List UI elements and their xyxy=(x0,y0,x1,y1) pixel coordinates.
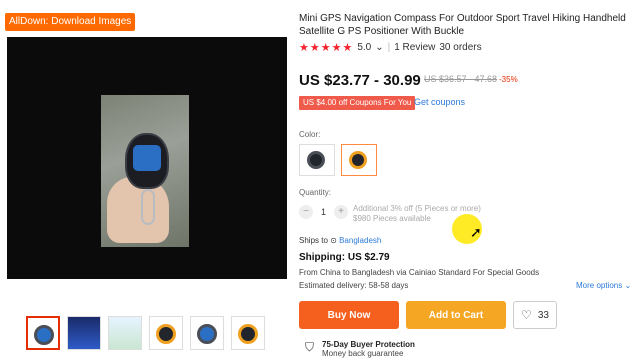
gps-device-icon xyxy=(238,324,258,344)
chevron-down-icon[interactable]: ⌄ xyxy=(375,42,383,53)
rating-score[interactable]: 5.0 xyxy=(357,42,371,53)
shipping-route: From China to Bangladesh via Cainiao Sta… xyxy=(299,268,540,277)
orders-count: 30 orders xyxy=(439,42,482,53)
buy-now-button[interactable]: Buy Now xyxy=(299,301,399,329)
product-video-frame[interactable] xyxy=(101,95,189,247)
gps-device-icon xyxy=(197,324,217,344)
thumbnail-2[interactable] xyxy=(67,316,101,350)
wishlist-count: 33 xyxy=(537,309,549,321)
original-price: US $36.57 - 47.68 xyxy=(424,74,498,84)
shield-icon: ⛉ xyxy=(305,340,315,354)
gps-device-icon xyxy=(307,151,325,169)
wishlist-button[interactable]: ♡ 33 xyxy=(513,301,557,329)
thumbnail-5[interactable] xyxy=(190,316,224,350)
device-screen xyxy=(133,145,161,171)
ships-to-destination[interactable]: Bangladesh xyxy=(339,236,381,245)
download-images-badge[interactable]: AllDown: Download Images xyxy=(5,13,136,31)
ships-to-row: Ships to ⊙ Bangladesh xyxy=(299,236,381,245)
gps-device-icon xyxy=(156,324,176,344)
thumbnail-diagram-image xyxy=(109,317,141,349)
rating-row: ★★★★★ 5.0 ⌄ | 1 Review 30 orders xyxy=(299,41,482,54)
thumbnail-4[interactable] xyxy=(149,316,183,350)
increase-quantity-button[interactable]: + xyxy=(334,205,349,219)
product-title: Mini GPS Navigation Compass For Outdoor … xyxy=(299,13,626,37)
mouse-cursor-icon: ➚ xyxy=(470,224,482,240)
discount-badge: -35% xyxy=(499,75,518,84)
quantity-label: Quantity: xyxy=(299,188,332,197)
bulk-discount-note: Additional 3% off (5 Pieces or more) xyxy=(353,204,481,213)
quantity-stepper: − 1 + xyxy=(299,205,349,219)
protection-title: 75-Day Buyer Protection xyxy=(322,340,415,349)
more-options-link[interactable]: More options ⌄ xyxy=(576,281,631,290)
price-range: US $23.77 - 30.99 xyxy=(299,72,421,89)
thumbnail-strip xyxy=(26,316,265,350)
color-option-orange[interactable] xyxy=(341,144,377,176)
decrease-quantity-button[interactable]: − xyxy=(299,205,313,219)
review-count-link[interactable]: 1 Review xyxy=(394,42,435,53)
ships-to-label: Ships to xyxy=(299,236,328,245)
star-rating-icon: ★★★★★ xyxy=(299,42,354,54)
estimated-delivery: Estimated delivery: 58-58 days xyxy=(299,281,409,290)
get-coupons-link[interactable]: Get coupons xyxy=(414,97,465,107)
protection-subtitle: Money back guarantee xyxy=(322,349,404,358)
quantity-value[interactable]: 1 xyxy=(321,207,326,217)
location-pin-icon: ⊙ xyxy=(330,236,337,245)
gps-device-icon xyxy=(349,151,367,169)
thumbnail-6[interactable] xyxy=(231,316,265,350)
thumbnail-3[interactable] xyxy=(108,316,142,350)
buckle-ring-image xyxy=(141,189,155,225)
divider: | xyxy=(387,42,391,53)
buyer-protection: ⛉ 75-Day Buyer Protection Money back gua… xyxy=(305,340,415,358)
add-to-cart-button[interactable]: Add to Cart xyxy=(406,301,506,329)
shipping-cost: Shipping: US $2.79 xyxy=(299,252,390,263)
gps-device-image xyxy=(125,133,169,189)
gps-device-icon xyxy=(34,325,54,345)
product-media-viewer[interactable] xyxy=(7,37,287,279)
thumbnail-1[interactable] xyxy=(26,316,60,350)
color-label: Color: xyxy=(299,130,321,139)
thumbnail-banner-image xyxy=(68,317,100,349)
color-option-black[interactable] xyxy=(299,144,335,176)
heart-icon: ♡ xyxy=(521,308,532,322)
coupon-badge[interactable]: US $4.00 off Coupons For You xyxy=(299,96,416,110)
